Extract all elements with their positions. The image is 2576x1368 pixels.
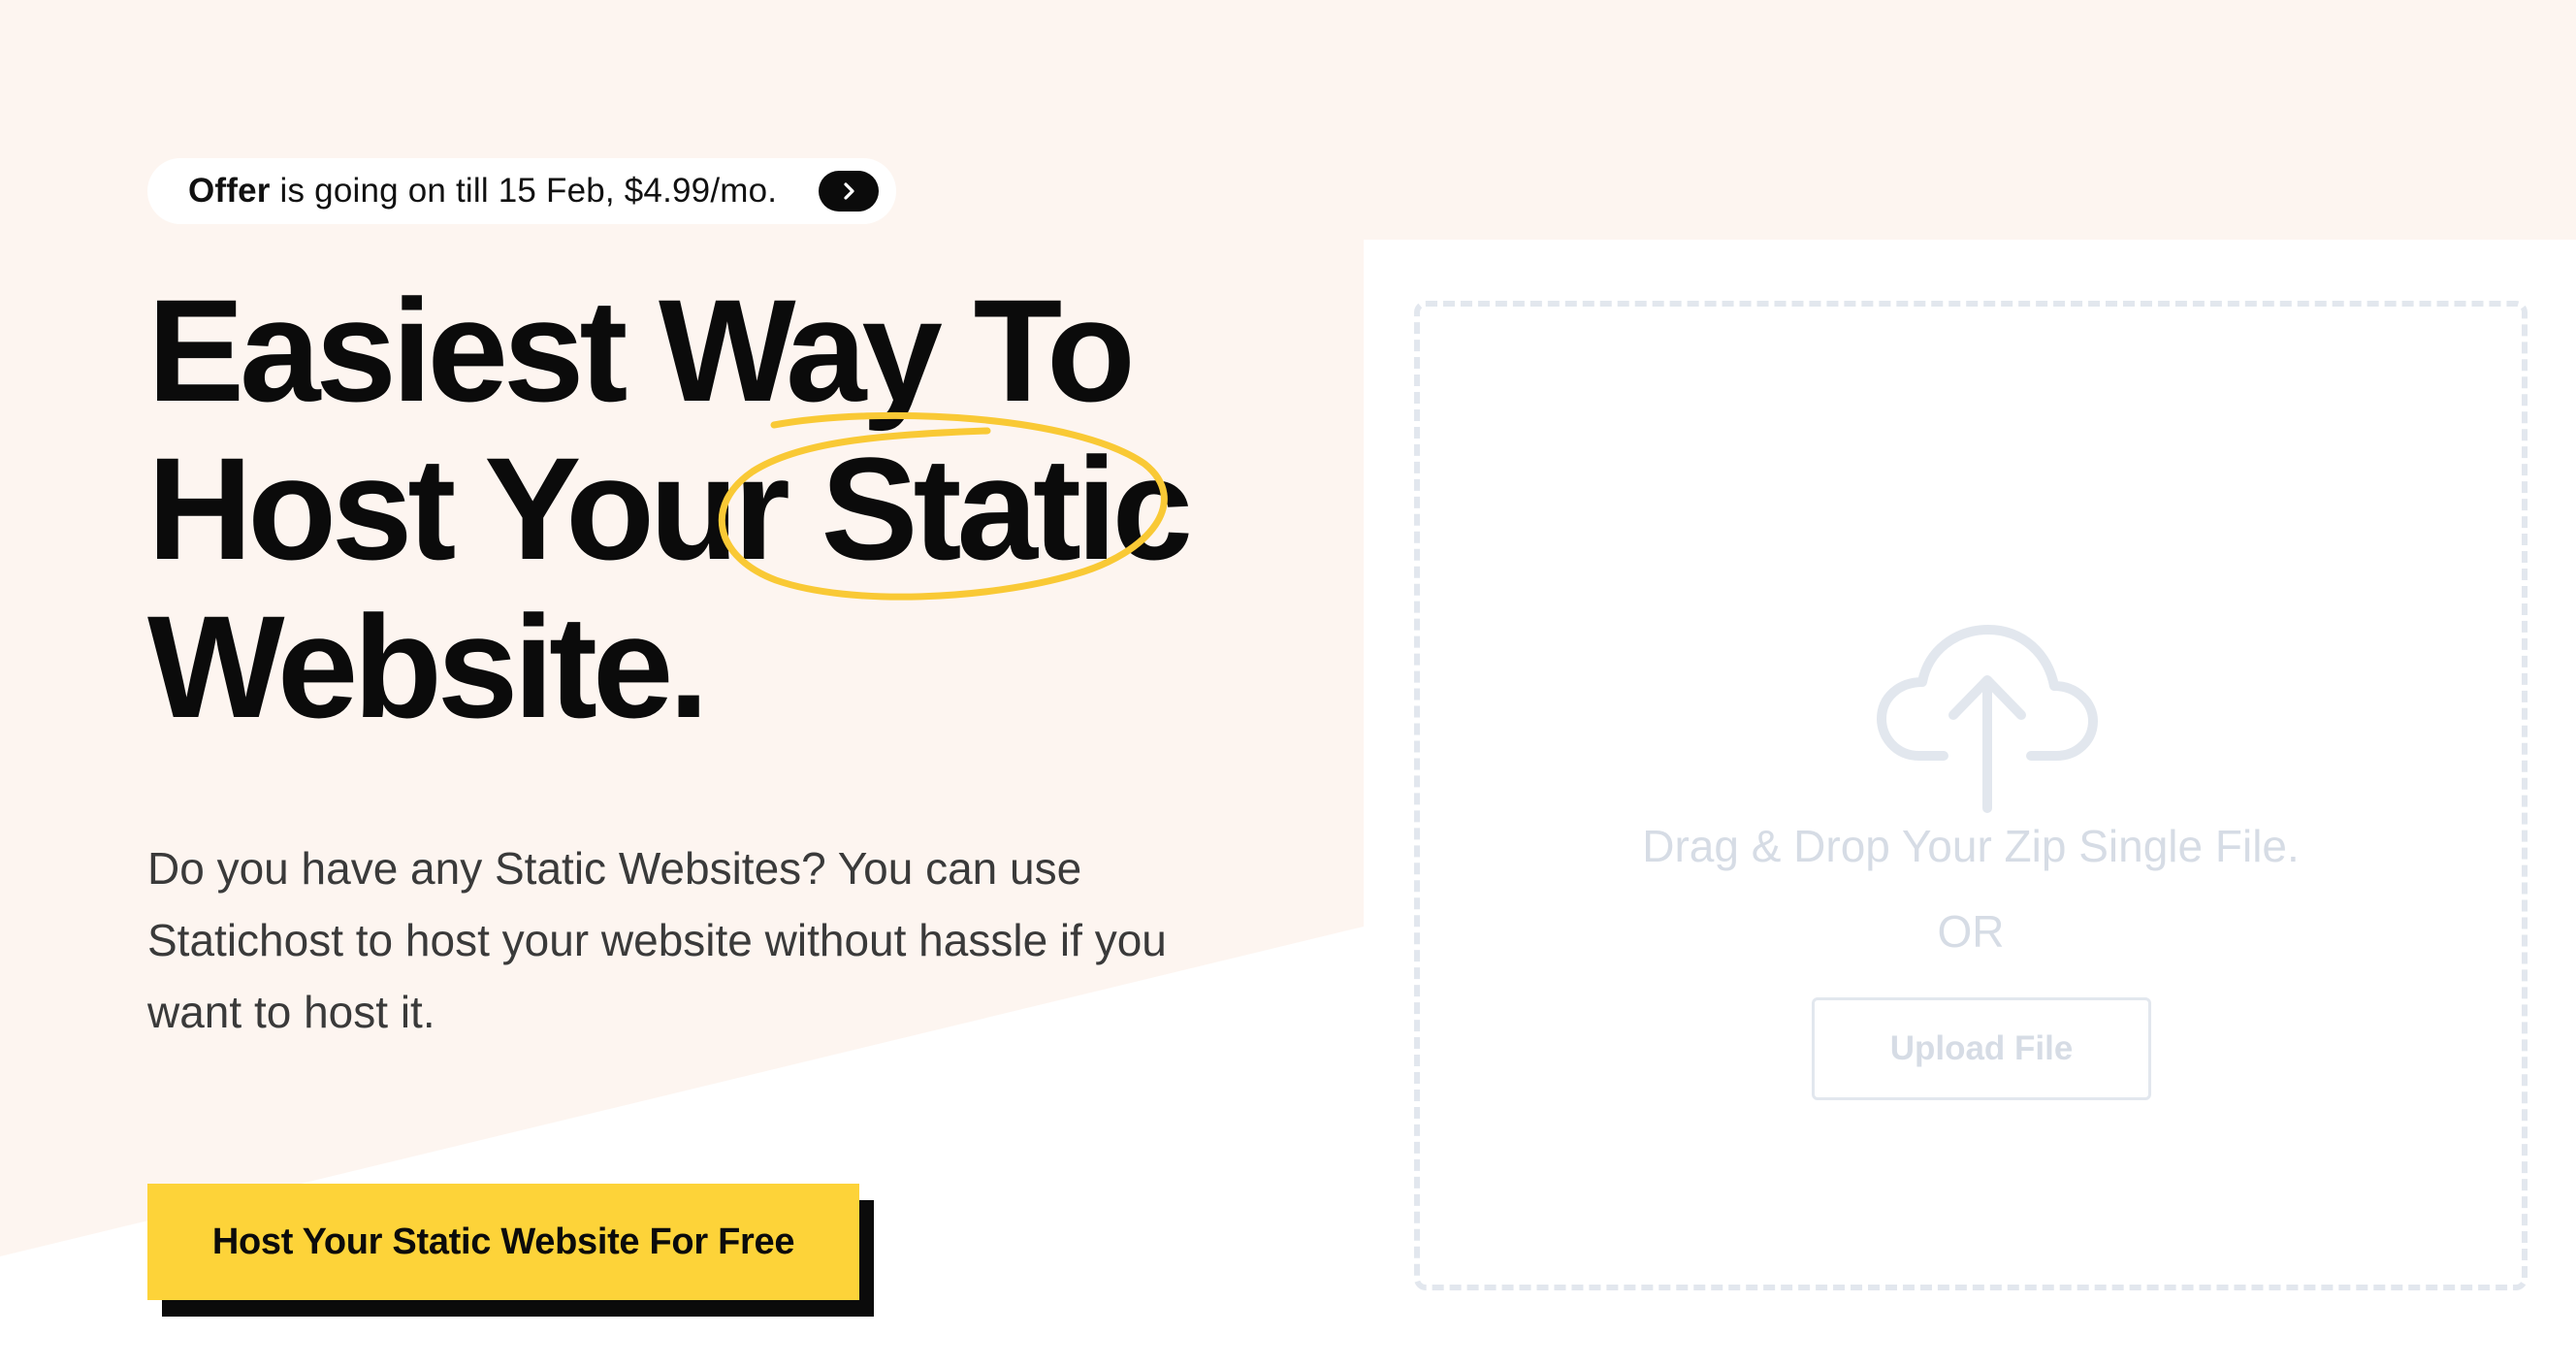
offer-banner[interactable]: Offer is going on till 15 Feb, $4.99/mo. <box>147 158 896 224</box>
headline-line-2-prefix: Host Your <box>147 427 821 590</box>
headline-line-2: Host Your Static <box>147 427 1193 590</box>
upload-panel: Drag & Drop Your Zip Single File. OR Upl… <box>1364 240 2576 1368</box>
headline-highlight-word: Static <box>821 427 1193 590</box>
offer-label: Offer <box>188 172 271 210</box>
chevron-right-icon <box>844 182 854 200</box>
hero-description: Do you have any Static Websites? You can… <box>147 843 1167 1037</box>
upload-file-button[interactable]: Upload File <box>1812 997 2151 1100</box>
or-separator: OR <box>1937 906 2005 957</box>
headline-line-1: Easiest Way To <box>147 269 1136 432</box>
host-free-button[interactable]: Host Your Static Website For Free <box>147 1184 859 1300</box>
cloud-upload-icon <box>1877 625 2098 813</box>
headline-line-3: Website. <box>147 585 709 748</box>
hero-headline: Easiest Way To Host Your Static Website. <box>147 269 1193 748</box>
offer-details: is going on till 15 Feb, $4.99/mo. <box>270 172 778 210</box>
file-drop-zone[interactable]: Drag & Drop Your Zip Single File. OR Upl… <box>1414 301 2528 1290</box>
drop-instructions: Drag & Drop Your Zip Single File. <box>1642 821 2300 871</box>
offer-text: Offer is going on till 15 Feb, $4.99/mo. <box>188 172 777 211</box>
offer-arrow-button[interactable] <box>819 171 879 212</box>
